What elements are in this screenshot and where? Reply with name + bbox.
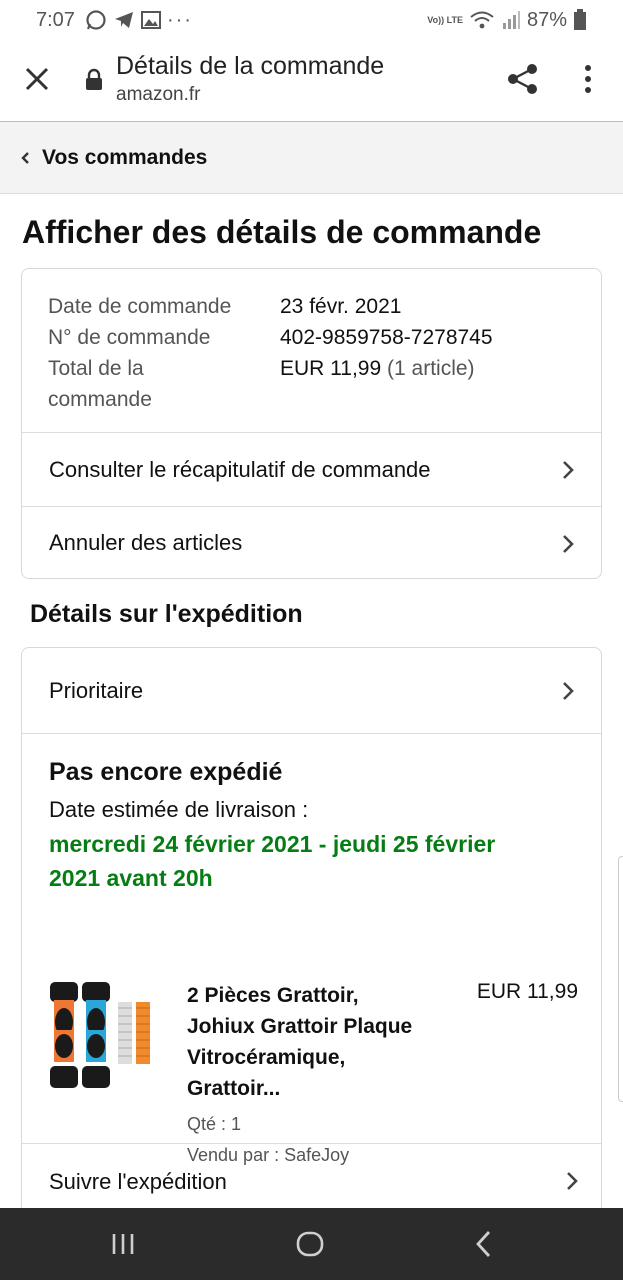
chevron-right-icon bbox=[567, 1172, 578, 1190]
order-total-value: EUR 11,99 (1 article) bbox=[280, 353, 475, 415]
volte-label: Vo)) LTE bbox=[427, 14, 463, 25]
wifi-icon bbox=[470, 11, 494, 29]
delivery-estimate: mercredi 24 février 2021 - jeudi 25 févr… bbox=[49, 827, 575, 895]
share-icon[interactable] bbox=[506, 62, 540, 96]
product-image[interactable] bbox=[48, 980, 156, 1092]
cancel-items-label: Annuler des articles bbox=[49, 530, 243, 555]
breadcrumb[interactable]: Vos commandes bbox=[0, 122, 623, 194]
view-order-summary-label: Consulter le récapitulatif de commande bbox=[49, 456, 431, 482]
breadcrumb-label: Vos commandes bbox=[42, 145, 208, 169]
order-total-row: Total de la commande EUR 11,99 (1 article… bbox=[48, 353, 575, 415]
more-notifications-icon: ··· bbox=[166, 8, 193, 31]
page-title: Afficher des détails de commande bbox=[22, 214, 542, 250]
chevron-right-icon bbox=[563, 535, 574, 553]
delivery-estimate-line2: 2021 avant 20h bbox=[49, 865, 213, 891]
chevron-left-icon bbox=[21, 151, 29, 164]
order-number-value: 402-9859758-7278745 bbox=[280, 326, 493, 349]
recent-apps-icon[interactable] bbox=[105, 1226, 141, 1262]
shipment-status: Pas encore expédié bbox=[49, 758, 283, 786]
more-vert-icon[interactable] bbox=[576, 62, 600, 96]
lock-icon bbox=[86, 68, 102, 90]
order-date-label: Date de commande bbox=[48, 295, 232, 318]
telegram-icon bbox=[114, 12, 133, 28]
back-icon[interactable] bbox=[466, 1226, 502, 1262]
chevron-right-icon bbox=[563, 682, 574, 700]
close-icon[interactable] bbox=[22, 62, 52, 96]
shipping-section-title: Détails sur l'expédition bbox=[30, 600, 303, 628]
signal-icon bbox=[502, 11, 520, 29]
order-number-row: N° de commande 402-9859758-7278745 bbox=[48, 322, 575, 353]
order-number-label: N° de commande bbox=[48, 326, 211, 349]
status-bar: 7:07 ··· Vo)) LTE 87% bbox=[0, 0, 623, 40]
order-summary-card: Date de commande 23 févr. 2021 N° de com… bbox=[21, 268, 602, 579]
page-header-title: Détails de la commande bbox=[116, 52, 385, 80]
whatsapp-icon bbox=[86, 10, 106, 30]
status-time: 7:07 bbox=[36, 8, 75, 31]
home-icon[interactable] bbox=[292, 1226, 328, 1262]
page-url: amazon.fr bbox=[116, 84, 201, 105]
product-name-line1: 2 Pièces Grattoir, bbox=[187, 984, 359, 1007]
order-info: Date de commande 23 févr. 2021 N° de com… bbox=[22, 269, 601, 433]
battery-icon bbox=[574, 9, 586, 30]
browser-header: Détails de la commande amazon.fr bbox=[0, 40, 623, 122]
battery-percent: 87% bbox=[526, 8, 567, 31]
track-shipment-label: Suivre l'expédition bbox=[49, 1169, 227, 1194]
shipping-speed-label: Prioritaire bbox=[49, 677, 144, 703]
product-name-line3: Vitrocéramique, bbox=[187, 1046, 346, 1069]
order-total-label-line1: Total de la bbox=[48, 357, 144, 380]
delivery-estimate-label: Date estimée de livraison : bbox=[49, 797, 309, 822]
shipping-speed-link[interactable]: Prioritaire bbox=[22, 648, 601, 734]
product-quantity: Qté : 1 bbox=[187, 1114, 242, 1134]
order-item-count: (1 article) bbox=[387, 357, 475, 380]
order-date-row: Date de commande 23 févr. 2021 bbox=[48, 291, 575, 322]
shipment: Pas encore expédié Date estimée de livra… bbox=[22, 734, 601, 1165]
volte-icon: Vo)) LTE bbox=[427, 14, 463, 25]
product-price: EUR 11,99 bbox=[476, 980, 578, 1003]
scrollbar[interactable] bbox=[618, 856, 623, 1102]
gallery-icon bbox=[140, 11, 161, 29]
order-date-value: 23 févr. 2021 bbox=[280, 295, 402, 318]
system-nav-bar bbox=[0, 1208, 623, 1280]
order-total-label-line2: commande bbox=[48, 388, 152, 411]
product-info: 2 Pièces Grattoir, Johiux Grattoir Plaqu… bbox=[187, 980, 447, 1166]
shipping-card: Prioritaire Pas encore expédié Date esti… bbox=[21, 647, 602, 1280]
order-total-amount: EUR 11,99 bbox=[280, 357, 382, 380]
product-name-line4: Grattoir... bbox=[187, 1077, 281, 1100]
view-order-summary-link[interactable]: Consulter le récapitulatif de commande bbox=[22, 433, 601, 506]
delivery-estimate-line1: mercredi 24 février 2021 - jeudi 25 févr… bbox=[49, 831, 496, 857]
order-total-label: Total de la commande bbox=[48, 353, 280, 415]
cancel-items-link[interactable]: Annuler des articles bbox=[22, 506, 601, 578]
chevron-right-icon bbox=[563, 461, 574, 479]
product-name-line2: Johiux Grattoir Plaque bbox=[187, 1015, 413, 1038]
product-name-link[interactable]: 2 Pièces Grattoir, Johiux Grattoir Plaqu… bbox=[187, 980, 447, 1104]
